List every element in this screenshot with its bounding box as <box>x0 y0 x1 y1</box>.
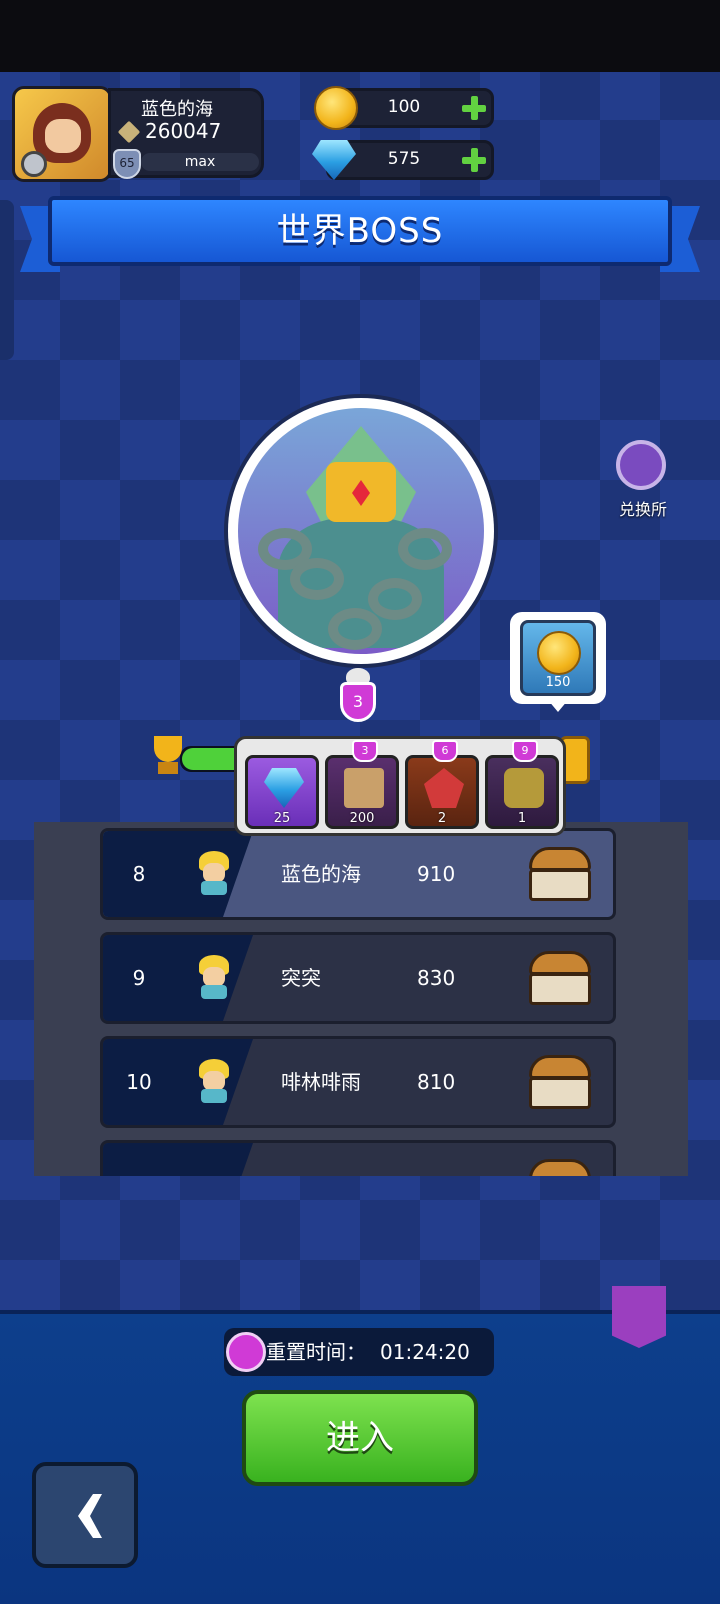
boss-image <box>238 408 484 654</box>
row-player-name: 突突 <box>281 966 321 990</box>
row-score: 810 <box>417 1070 456 1094</box>
diamond-icon <box>264 768 304 808</box>
enter-button[interactable]: 进入 <box>242 1390 478 1486</box>
chest-box <box>529 973 591 1005</box>
gold-coin-icon <box>537 631 581 675</box>
avatar-face <box>45 119 81 153</box>
rank-rewards-popup: 25 3 200 6 2 9 1 <box>234 736 566 836</box>
reward-count: 200 <box>349 811 375 826</box>
reward-level-badge: 6 <box>432 740 458 762</box>
chain-link <box>398 528 452 570</box>
reward-tooltip: 150 <box>510 612 606 712</box>
rank-number: 8 <box>132 862 146 886</box>
gem-counter: 575 <box>326 140 494 180</box>
row-player-name: 蓝色的海 <box>281 862 361 886</box>
avatar-body <box>201 985 227 999</box>
chevron-left-icon <box>78 1494 102 1538</box>
avatar-body <box>201 1089 227 1103</box>
add-gold-plus-icon[interactable] <box>459 93 489 123</box>
chain-link <box>368 578 422 620</box>
gold-value: 100 <box>387 97 421 117</box>
exchange-shop-button[interactable]: 兑换所 <box>608 440 678 520</box>
trophy-base <box>158 762 178 774</box>
exchange-label: 兑换所 <box>618 500 667 519</box>
reward-count: 25 <box>273 811 291 826</box>
gem-value: 575 <box>387 149 421 169</box>
page-title: 世界BOSS <box>48 196 672 266</box>
status-bar <box>0 0 720 72</box>
rank-background <box>103 1143 253 1176</box>
reward-count: 150 <box>545 675 571 690</box>
chain-link <box>290 558 344 600</box>
reward-slot: 6 2 <box>405 740 479 829</box>
back-button[interactable] <box>32 1462 138 1568</box>
trophy-icon <box>148 736 188 778</box>
player-name: 蓝色的海 <box>141 99 213 120</box>
treasure-chest-icon[interactable] <box>529 1055 591 1109</box>
chest-lid <box>529 1055 591 1079</box>
reward-slot: 3 200 <box>325 740 399 829</box>
reset-timer: 重置时间： 01:24:20 <box>224 1328 494 1376</box>
rank-number: 10 <box>126 1070 152 1094</box>
swords-power-icon <box>117 120 141 144</box>
chest-lid <box>529 847 591 871</box>
avatar-face <box>203 1071 225 1091</box>
player-avatar-icon <box>195 1059 233 1105</box>
avatar-body <box>201 881 227 895</box>
boss-level-value: 3 <box>340 682 376 722</box>
reward-level-badge: 9 <box>512 740 538 762</box>
reset-time-value: 01:24:20 <box>380 1340 470 1364</box>
chest-box <box>529 1077 591 1109</box>
boss-portrait[interactable] <box>228 398 494 664</box>
add-gems-plus-icon[interactable] <box>459 145 489 175</box>
red-crystal-icon <box>424 768 464 808</box>
guild-banner-icon[interactable] <box>612 1286 666 1348</box>
player-profile[interactable]: 蓝色的海 260047 65 max <box>12 86 267 182</box>
row-player-name: 啡林啡雨 <box>281 1070 361 1094</box>
mask-icon <box>504 768 544 808</box>
leaderboard-panel[interactable]: 8 蓝色的海 910 9 突突 830 10 啡林啡雨 810 <box>34 822 688 1176</box>
reward-slot: 9 1 <box>485 740 559 829</box>
reset-label: 重置时间： <box>266 1340 366 1364</box>
player-info-panel: 蓝色的海 260047 65 max <box>108 88 264 179</box>
treasure-chest-icon[interactable] <box>529 1159 591 1176</box>
row-score: 910 <box>417 862 456 886</box>
leaderboard-row[interactable]: 8 蓝色的海 910 <box>100 828 616 920</box>
trophy-cup <box>154 736 182 762</box>
reward-count: 1 <box>517 811 527 826</box>
skull-exchange-icon <box>616 440 666 490</box>
chest-lid <box>529 1159 591 1176</box>
leaderboard-row[interactable]: 10 啡林啡雨 810 <box>100 1036 616 1128</box>
player-level-badge: 65 <box>113 149 141 179</box>
leaderboard-row-partial[interactable] <box>100 1140 616 1176</box>
reward-slot: 25 <box>245 755 319 829</box>
chain-link <box>328 608 382 650</box>
settings-gear-icon[interactable] <box>21 151 47 177</box>
player-avatar[interactable] <box>12 86 112 182</box>
row-score: 830 <box>417 966 456 990</box>
player-avatar-icon <box>195 851 233 897</box>
side-drawer-handle[interactable] <box>0 200 14 360</box>
rank-number: 9 <box>132 966 146 990</box>
treasure-chest-icon[interactable] <box>529 951 591 1005</box>
map-scroll-icon <box>344 768 384 808</box>
avatar-face <box>203 967 225 987</box>
player-avatar-icon <box>195 955 233 1001</box>
gold-coin-icon <box>314 86 358 130</box>
treasure-chest-icon[interactable] <box>529 847 591 901</box>
player-level-bar: max <box>141 153 259 171</box>
reward-level-badge: 3 <box>352 740 378 762</box>
skull-timer-icon <box>226 1332 266 1372</box>
chest-lid <box>529 951 591 975</box>
reward-count: 2 <box>437 811 447 826</box>
player-power: 260047 <box>145 119 222 143</box>
chest-box <box>529 869 591 901</box>
boss-level-badge: 3 <box>330 668 386 726</box>
reward-item: 150 <box>520 620 596 696</box>
leaderboard-row[interactable]: 9 突突 830 <box>100 932 616 1024</box>
avatar-face <box>203 863 225 883</box>
